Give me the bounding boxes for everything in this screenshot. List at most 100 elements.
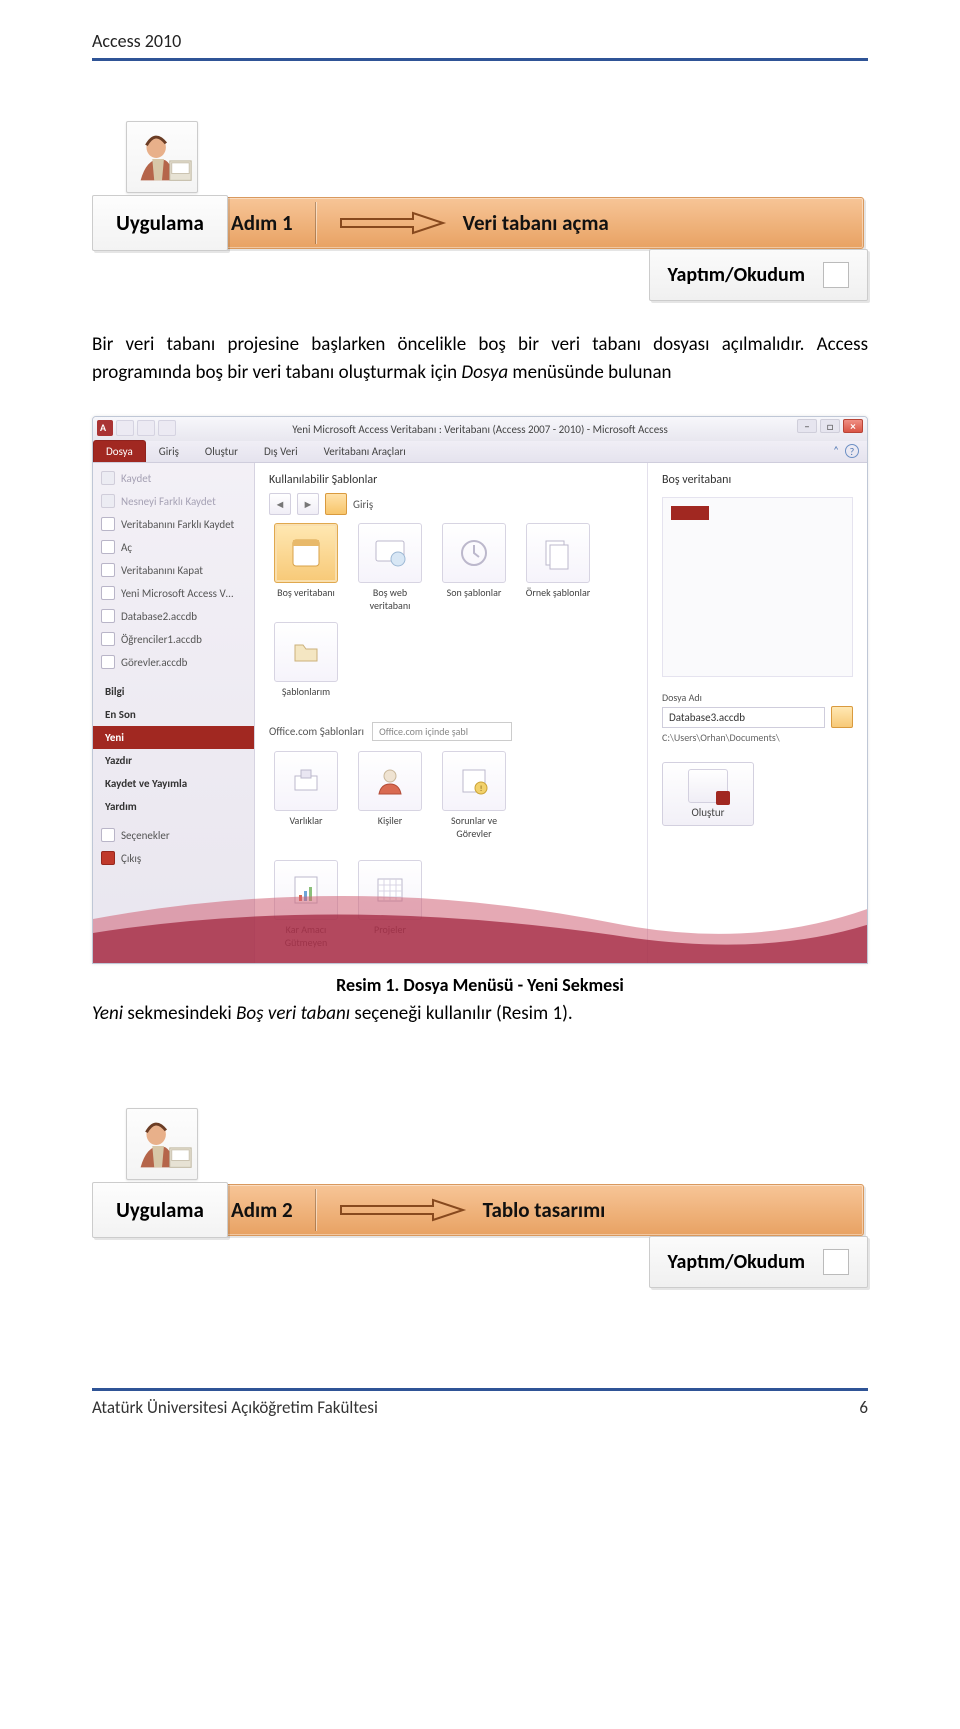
para1-t2: menüsünde bulunan: [508, 361, 671, 384]
ribbon-tab-vtaraclari[interactable]: Veritabanı Araçları: [311, 440, 419, 462]
access-titlebar: Yeni Microsoft Access Veritabanı : Verit…: [93, 417, 867, 441]
ribbon-minimize-icon[interactable]: ˄: [833, 444, 839, 458]
template-sample[interactable]: Örnek şablonlar: [521, 523, 595, 612]
para2-t1: sekmesindeki: [123, 1002, 236, 1025]
officecom-search-input[interactable]: Office.com içinde şabl: [372, 722, 512, 741]
close-db-icon: [101, 563, 115, 577]
templates-title: Kullanılabilir Şablonlar: [269, 473, 633, 487]
step-bar-1: Adım 1 Veri tabanı açma Uygulama: [92, 197, 868, 249]
para2-em1: Yeni: [92, 1002, 123, 1025]
step2-yaptim-checkbox[interactable]: [823, 1249, 849, 1275]
ribbon-tab-dosya[interactable]: Dosya: [93, 440, 146, 462]
sidebar-item-recent-2[interactable]: Database2.accdb: [93, 605, 254, 628]
para2-em2: Boş veri tabanı: [236, 1002, 350, 1025]
sidebar-item-enson[interactable]: En Son: [93, 703, 254, 726]
sidebar-item-yeni[interactable]: Yeni: [93, 726, 254, 749]
file-name-input[interactable]: Database3.accdb: [662, 707, 825, 728]
footer-left: Atatürk Üniversitesi Açıköğretim Fakülte…: [92, 1397, 378, 1418]
step1-yaptim-checkbox[interactable]: [823, 262, 849, 288]
create-button[interactable]: Oluştur: [662, 762, 754, 826]
window-minimize-button[interactable]: –: [797, 419, 817, 433]
footer-page-number: 6: [859, 1397, 868, 1418]
paragraph-1: Bir veri tabanı projesine başlarken önce…: [92, 331, 868, 386]
sidebar-item-recent-1[interactable]: Yeni Microsoft Access V…: [93, 582, 254, 605]
recent-file-icon: [101, 586, 115, 600]
template-blank-db[interactable]: Boş veritabanı: [269, 523, 343, 612]
svg-text:!: !: [480, 784, 483, 794]
access-app-icon: [97, 420, 113, 436]
qat-save-icon[interactable]: [116, 420, 134, 436]
sidebar-item-kaydet-yayimla[interactable]: Kaydet ve Yayımla: [93, 772, 254, 795]
sidebar-item-nesne-farkli[interactable]: Nesneyi Farklı Kaydet: [93, 490, 254, 513]
step1-separator: [315, 202, 317, 244]
template-recent[interactable]: Son şablonlar: [437, 523, 511, 612]
ribbon-tab-olustur[interactable]: Oluştur: [192, 440, 251, 462]
header-rule: [92, 58, 868, 61]
template-sorunlar[interactable]: ! Sorunlar ve Görevler: [437, 751, 511, 840]
blank-db-preview: [662, 497, 853, 677]
mascot-illustration: [126, 121, 198, 193]
arrow-right-icon: [339, 211, 449, 235]
window-close-button[interactable]: ×: [843, 419, 863, 433]
sidebar-item-yazdir[interactable]: Yazdır: [93, 749, 254, 772]
template-kar-amaci[interactable]: Kar Amacı Gütmeyen: [269, 860, 343, 949]
access-screenshot: Yeni Microsoft Access Veritabanı : Verit…: [92, 416, 868, 964]
figure-1-caption: Resim 1. Dosya Menüsü - Yeni Sekmesi: [92, 974, 868, 996]
nav-fwd-icon[interactable]: ►: [297, 493, 319, 515]
arrow-right-icon: [339, 1198, 469, 1222]
qat-undo-icon[interactable]: [137, 420, 155, 436]
file-name-label: Dosya Adı: [662, 691, 853, 704]
mascot-illustration-2: [126, 1108, 198, 1180]
open-icon: [101, 540, 115, 554]
sidebar-item-ac[interactable]: Aç: [93, 536, 254, 559]
backstage-sidebar: Kaydet Nesneyi Farklı Kaydet Veritabanın…: [93, 463, 255, 963]
para1-em1: Dosya: [461, 361, 508, 384]
saveas-db-icon: [101, 517, 115, 531]
quick-access-toolbar: [97, 420, 176, 436]
nav-home-icon[interactable]: [325, 493, 347, 515]
recent-file-icon: [101, 655, 115, 669]
create-db-icon: [688, 769, 728, 803]
paragraph-2: Yeni sekmesindeki Boş veri tabanı seçene…: [92, 1000, 868, 1028]
sidebar-item-cikis[interactable]: Çıkış: [93, 847, 254, 870]
template-blank-web-db[interactable]: Boş web veritabanı: [353, 523, 427, 612]
sidebar-item-recent-3[interactable]: Öğrenciler1.accdb: [93, 628, 254, 651]
browse-folder-icon[interactable]: [831, 706, 853, 728]
step1-title: Veri tabanı açma: [463, 210, 609, 236]
ribbon-tab-disveri[interactable]: Dış Veri: [251, 440, 311, 462]
access-window-title: Yeni Microsoft Access Veritabanı : Verit…: [292, 423, 668, 436]
para2-t2: seçeneği kullanılır (Resim 1).: [350, 1002, 573, 1025]
sidebar-item-secenekler[interactable]: Seçenekler: [93, 824, 254, 847]
sidebar-item-yardim[interactable]: Yardım: [93, 795, 254, 818]
ribbon-tabs: Dosya Giriş Oluştur Dış Veri Veritabanı …: [93, 441, 867, 463]
sidebar-item-bilgi[interactable]: Bilgi: [93, 680, 254, 703]
template-kisiler[interactable]: Kişiler: [353, 751, 427, 840]
help-icon[interactable]: ?: [845, 444, 859, 458]
window-maximize-button[interactable]: □: [820, 419, 840, 433]
step2-separator: [315, 1189, 317, 1231]
nav-crumb: Giriş: [353, 498, 373, 511]
sidebar-item-vt-farkli[interactable]: Veritabanını Farklı Kaydet: [93, 513, 254, 536]
template-my-templates[interactable]: Şablonlarım: [269, 622, 343, 698]
qat-redo-icon[interactable]: [158, 420, 176, 436]
page-footer: Atatürk Üniversitesi Açıköğretim Fakülte…: [92, 1397, 868, 1418]
step1-uygulama-label: Uygulama: [92, 195, 228, 251]
step2-adim: Adım 2: [231, 1197, 293, 1223]
saveas-object-icon: [101, 494, 115, 508]
step2-title: Tablo tasarımı: [483, 1197, 606, 1223]
template-projeler[interactable]: Projeler: [353, 860, 427, 949]
recent-file-icon: [101, 609, 115, 623]
save-icon: [101, 471, 115, 485]
sidebar-item-kaydet[interactable]: Kaydet: [93, 467, 254, 490]
sidebar-item-kapat[interactable]: Veritabanını Kapat: [93, 559, 254, 582]
template-varliklar[interactable]: Varlıklar: [269, 751, 343, 840]
nav-back-icon[interactable]: ◄: [269, 493, 291, 515]
ribbon-tab-giris[interactable]: Giriş: [146, 440, 192, 462]
new-db-right-panel: Boş veritabanı Dosya Adı Database3.accdb…: [647, 463, 867, 963]
step1-yaptim-label: Yaptım/Okudum: [668, 263, 805, 287]
figure-1-text: Dosya Menüsü - Yeni Sekmesi: [399, 974, 623, 996]
templates-panel: Kullanılabilir Şablonlar ◄ ► Giriş Boş v…: [255, 463, 647, 963]
right-panel-title: Boş veritabanı: [662, 473, 853, 487]
sidebar-item-recent-4[interactable]: Görevler.accdb: [93, 651, 254, 674]
options-icon: [101, 828, 115, 842]
